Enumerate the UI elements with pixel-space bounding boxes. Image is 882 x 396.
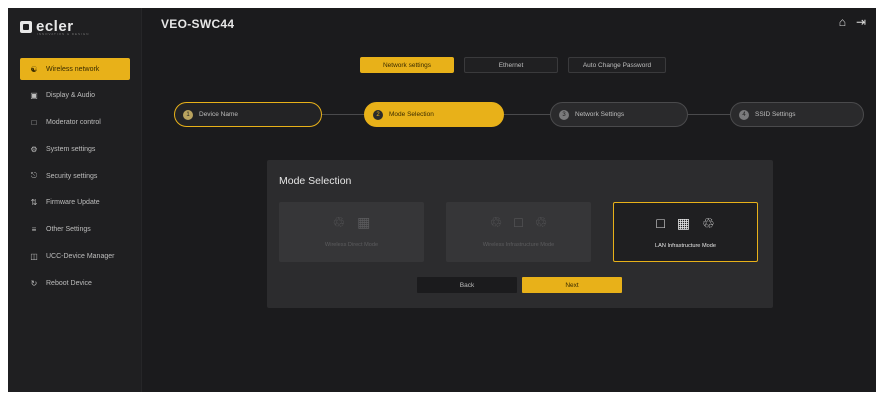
cast-icon: ▦ bbox=[676, 215, 691, 231]
tab-auto-change-password[interactable]: Auto Change Password bbox=[568, 57, 666, 73]
mode-card-wireless-direct[interactable]: ♲ ▦ Wireless Direct Mode bbox=[279, 202, 424, 262]
step-number: 2 bbox=[373, 109, 383, 120]
sidebar-item-label: Moderator control bbox=[46, 119, 101, 127]
step-label: Mode Selection bbox=[389, 111, 434, 118]
reboot-icon: ↻ bbox=[30, 278, 38, 288]
firmware-icon: ⇅ bbox=[30, 198, 38, 208]
network-icon: ☯ bbox=[30, 64, 38, 74]
panel-title: Mode Selection bbox=[279, 175, 352, 187]
step-network-settings[interactable]: 3 Network Settings bbox=[550, 102, 688, 127]
step-number: 4 bbox=[739, 109, 749, 120]
step-ssid-settings[interactable]: 4 SSID Settings bbox=[730, 102, 864, 127]
display-icon: ▣ bbox=[30, 91, 38, 101]
app-window: ecler INNOVATION & DESIGN ☯ Wireless net… bbox=[8, 8, 876, 392]
antenna-icon: ♲ bbox=[534, 214, 548, 230]
sidebar-item-label: Security settings bbox=[46, 172, 98, 180]
antenna-icon: ♲ bbox=[332, 214, 346, 230]
antenna-icon: ♲ bbox=[702, 215, 715, 231]
settings-tabs: Network settings Ethernet Auto Change Pa… bbox=[360, 57, 666, 73]
mode-card-label: Wireless Direct Mode bbox=[324, 242, 379, 248]
sidebar-item-system-settings[interactable]: ⚙ System settings bbox=[20, 138, 130, 160]
antenna-icon: ♲ bbox=[489, 214, 503, 230]
monitor-icon: □ bbox=[514, 214, 523, 230]
stepper-connector bbox=[504, 114, 550, 115]
sidebar-item-firmware-update[interactable]: ⇅ Firmware Update bbox=[20, 192, 130, 214]
sidebar-item-label: UCC-Device Manager bbox=[46, 253, 115, 261]
device-name: VEO-SWC44 bbox=[161, 17, 235, 31]
gear-icon: ⚙ bbox=[30, 144, 38, 154]
next-button[interactable]: Next bbox=[522, 277, 622, 293]
step-device-name[interactable]: 1 Device Name bbox=[174, 102, 322, 127]
sidebar-nav: ☯ Wireless network ▣ Display & Audio □ M… bbox=[20, 58, 130, 299]
sidebar-item-label: Reboot Device bbox=[46, 279, 92, 287]
step-label: Device Name bbox=[199, 111, 239, 118]
sidebar: ecler INNOVATION & DESIGN ☯ Wireless net… bbox=[8, 8, 142, 392]
sidebar-item-security-settings[interactable]: ⎋ Security settings bbox=[20, 165, 130, 187]
device-manager-icon: ◫ bbox=[30, 252, 38, 262]
home-icon[interactable]: ⌂ bbox=[839, 15, 846, 29]
sliders-icon: ≡ bbox=[31, 225, 37, 235]
moderator-icon: □ bbox=[31, 118, 37, 128]
monitor-icon: □ bbox=[656, 215, 665, 231]
sidebar-item-label: System settings bbox=[46, 145, 96, 153]
back-button[interactable]: Back bbox=[417, 277, 517, 293]
sidebar-item-label: Firmware Update bbox=[46, 199, 100, 207]
sidebar-item-other-settings[interactable]: ≡ Other Settings bbox=[20, 219, 130, 241]
sidebar-item-label: Other Settings bbox=[46, 226, 91, 234]
step-number: 1 bbox=[183, 109, 193, 120]
logo-mark-icon bbox=[20, 20, 32, 33]
step-number: 3 bbox=[559, 109, 569, 120]
logout-icon[interactable]: ⇥ bbox=[856, 15, 866, 29]
header-actions: ⌂ ⇥ bbox=[839, 15, 866, 29]
wizard-stepper: 1 Device Name 2 Mode Selection 3 Network… bbox=[174, 102, 864, 128]
sidebar-item-display-audio[interactable]: ▣ Display & Audio bbox=[20, 85, 130, 107]
tab-network-settings[interactable]: Network settings bbox=[360, 57, 454, 73]
cast-icon: ▦ bbox=[357, 214, 371, 230]
sidebar-item-label: Display & Audio bbox=[46, 92, 96, 100]
step-mode-selection[interactable]: 2 Mode Selection bbox=[364, 102, 504, 127]
sidebar-item-reboot-device[interactable]: ↻ Reboot Device bbox=[20, 272, 130, 294]
step-label: SSID Settings bbox=[755, 111, 796, 118]
sidebar-item-ucc-device-manager[interactable]: ◫ UCC-Device Manager bbox=[20, 246, 130, 268]
sidebar-item-label: Wireless network bbox=[46, 65, 100, 73]
sidebar-item-moderator-control[interactable]: □ Moderator control bbox=[20, 112, 130, 134]
sidebar-item-wireless-network[interactable]: ☯ Wireless network bbox=[20, 58, 130, 80]
tab-ethernet[interactable]: Ethernet bbox=[464, 57, 558, 73]
logo-subtext: INNOVATION & DESIGN bbox=[37, 32, 90, 36]
mode-card-lan-infrastructure[interactable]: □ ▦ ♲ LAN Infrastructure Mode bbox=[613, 202, 758, 262]
mode-card-label: LAN Infrastructure Mode bbox=[655, 243, 716, 249]
lock-icon: ⎋ bbox=[30, 171, 38, 181]
stepper-connector bbox=[322, 114, 364, 115]
mode-selection-panel: Mode Selection ♲ ▦ Wireless Direct Mode … bbox=[267, 160, 773, 308]
mode-card-label: Wireless Infrastructure Mode bbox=[482, 242, 555, 248]
stepper-connector bbox=[688, 114, 730, 115]
step-label: Network Settings bbox=[575, 111, 625, 118]
mode-card-wireless-infrastructure[interactable]: ♲ □ ♲ Wireless Infrastructure Mode bbox=[446, 202, 591, 262]
